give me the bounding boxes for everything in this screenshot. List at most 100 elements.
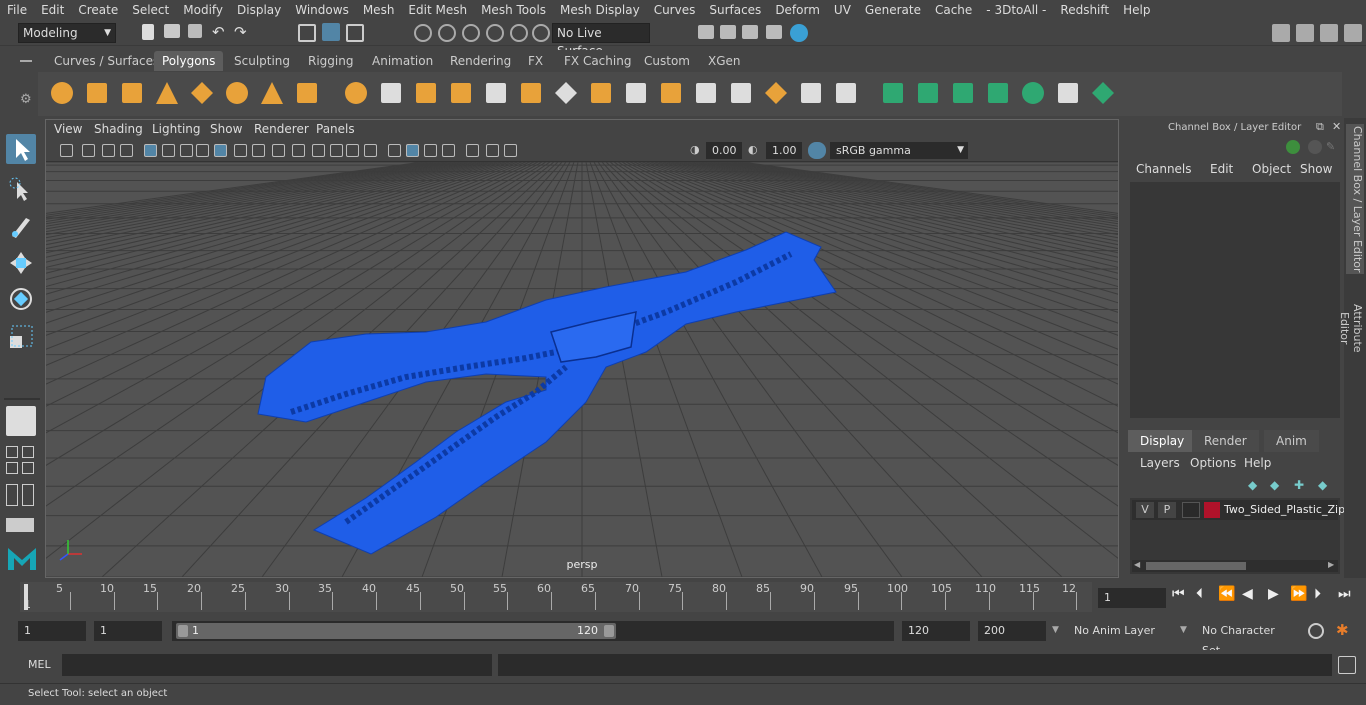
anti-aliasing-icon[interactable] bbox=[346, 144, 359, 157]
menu-mesh-tools[interactable]: Mesh Tools bbox=[474, 0, 553, 20]
bevel-icon[interactable] bbox=[518, 80, 544, 106]
target-weld-icon[interactable] bbox=[658, 80, 684, 106]
range-bar[interactable]: 1 120 bbox=[176, 623, 616, 639]
channel-box-pen-icon[interactable]: ✎ bbox=[1326, 140, 1335, 153]
2d-pan-zoom-icon[interactable] bbox=[162, 144, 175, 157]
append-icon[interactable] bbox=[588, 80, 614, 106]
default-material-icon[interactable] bbox=[234, 144, 247, 157]
step-back-key-icon[interactable]: ⏪ bbox=[1218, 586, 1235, 602]
time-slider[interactable]: 1 5 10 15 20 25 30 35 40 45 50 55 60 65 70 75 80 85 90 95 1… bbox=[0, 580, 1366, 614]
tab-xgen[interactable]: XGen bbox=[700, 51, 749, 71]
menu-modify[interactable]: Modify bbox=[176, 0, 230, 20]
menu-curves[interactable]: Curves bbox=[647, 0, 703, 20]
bridge-icon[interactable] bbox=[553, 80, 579, 106]
save-scene-icon[interactable] bbox=[188, 24, 202, 38]
menu-uv[interactable]: UV bbox=[827, 0, 858, 20]
pipe-icon[interactable] bbox=[294, 80, 320, 106]
layer-playback-toggle[interactable]: P bbox=[1158, 502, 1176, 518]
cone-icon[interactable] bbox=[154, 80, 180, 106]
tab-channel-box[interactable]: Channel Box / Layer Editor bbox=[1346, 124, 1364, 274]
motion-blur-icon[interactable] bbox=[330, 144, 343, 157]
character-set-dropdown[interactable]: No Character Set bbox=[1196, 621, 1296, 657]
menu-mesh[interactable]: Mesh bbox=[356, 0, 402, 20]
xray-components-icon[interactable] bbox=[442, 144, 455, 157]
fill-hole-icon[interactable] bbox=[693, 80, 719, 106]
menu-mesh-display[interactable]: Mesh Display bbox=[553, 0, 647, 20]
depth-of-field-icon[interactable] bbox=[364, 144, 377, 157]
average-icon[interactable] bbox=[833, 80, 859, 106]
script-language-toggle[interactable]: MEL bbox=[28, 658, 51, 671]
chevron-down-icon[interactable]: ▼ bbox=[1180, 625, 1187, 635]
anim-preferences-icon[interactable]: ✱ bbox=[1336, 621, 1349, 639]
ambient-occlusion-icon[interactable] bbox=[312, 144, 325, 157]
live-surface-field[interactable]: No Live Surface bbox=[552, 23, 650, 58]
extrude-icon[interactable] bbox=[483, 80, 509, 106]
film-gate-icon[interactable] bbox=[486, 144, 499, 157]
tab-display[interactable]: Display bbox=[1128, 430, 1197, 452]
range-start-handle[interactable] bbox=[178, 625, 188, 637]
tab-fx-caching[interactable]: FX Caching bbox=[556, 51, 639, 71]
close-panel-icon[interactable]: ✕ bbox=[1332, 120, 1341, 133]
attribute-editor-icon[interactable] bbox=[1320, 24, 1338, 42]
viewport-menu-renderer[interactable]: Renderer bbox=[254, 122, 309, 136]
end-time-field[interactable]: 200 bbox=[978, 621, 1046, 641]
snap-curve-icon[interactable] bbox=[438, 24, 456, 42]
tab-animation[interactable]: Animation bbox=[364, 51, 441, 71]
menu-select[interactable]: Select bbox=[125, 0, 176, 20]
tab-rigging[interactable]: Rigging bbox=[300, 51, 361, 71]
snap-view-plane-icon[interactable] bbox=[486, 24, 504, 42]
hypershade-icon[interactable] bbox=[790, 24, 808, 42]
playback-end-field[interactable]: 120 bbox=[902, 621, 970, 641]
playback-start-field[interactable]: 1 bbox=[94, 621, 162, 641]
select-camera-icon[interactable] bbox=[60, 144, 73, 157]
graph-layout-icon[interactable] bbox=[22, 484, 34, 506]
menu-display[interactable]: Display bbox=[230, 0, 288, 20]
smooth-shade-icon[interactable] bbox=[214, 144, 227, 157]
smooth-icon[interactable] bbox=[413, 80, 439, 106]
tab-fx[interactable]: FX bbox=[520, 51, 551, 71]
move-tool-icon[interactable] bbox=[6, 248, 36, 278]
menu-create[interactable]: Create bbox=[71, 0, 125, 20]
gamma-field[interactable]: 1.00 bbox=[766, 142, 802, 159]
pyramid-icon[interactable] bbox=[259, 80, 285, 106]
tab-attribute-editor[interactable]: Attribute Editor bbox=[1338, 286, 1364, 370]
current-frame-field[interactable]: 1 bbox=[1098, 588, 1166, 608]
scale-tool-icon[interactable] bbox=[6, 322, 36, 352]
anim-layer-dropdown[interactable]: No Anim Layer bbox=[1068, 621, 1172, 641]
command-input[interactable] bbox=[62, 654, 492, 676]
menu-edit[interactable]: Edit bbox=[34, 0, 71, 20]
tab-anim[interactable]: Anim bbox=[1264, 430, 1319, 452]
edge-loop-icon[interactable] bbox=[728, 80, 754, 106]
snap-surface-icon[interactable] bbox=[532, 24, 550, 42]
channel-box-sync-icon[interactable] bbox=[1286, 140, 1300, 154]
ipr-render-icon[interactable] bbox=[742, 25, 758, 39]
chevron-down-icon[interactable]: ▼ bbox=[1052, 625, 1059, 635]
offset-loop-icon[interactable] bbox=[763, 80, 789, 106]
uv-shell-icon[interactable] bbox=[1090, 80, 1116, 106]
layer-menu-options[interactable]: Options bbox=[1190, 456, 1236, 470]
layer-menu-layers[interactable]: Layers bbox=[1140, 456, 1180, 470]
tab-rendering[interactable]: Rendering bbox=[442, 51, 519, 71]
show-manipulator-icon[interactable] bbox=[6, 406, 36, 436]
snap-point-icon[interactable] bbox=[462, 24, 480, 42]
play-forward-icon[interactable]: ▶ bbox=[1268, 586, 1279, 602]
xray-icon[interactable] bbox=[406, 144, 419, 157]
textured-icon[interactable] bbox=[252, 144, 265, 157]
new-layer-icon[interactable]: ✚ bbox=[1294, 478, 1304, 492]
viewport-menu-show[interactable]: Show bbox=[210, 122, 242, 136]
plane-icon[interactable] bbox=[189, 80, 215, 106]
rotate-tool-icon[interactable] bbox=[6, 284, 36, 314]
menu-generate[interactable]: Generate bbox=[858, 0, 928, 20]
time-ruler[interactable]: 1 5 10 15 20 25 30 35 40 45 50 55 60 65 70 75 80 85 90 95 1… bbox=[20, 582, 1092, 612]
new-scene-icon[interactable] bbox=[142, 24, 154, 40]
cylindrical-uv-icon[interactable] bbox=[915, 80, 941, 106]
snap-grid-icon[interactable] bbox=[414, 24, 432, 42]
viewport-menu-panels[interactable]: Panels bbox=[316, 122, 355, 136]
shadows-icon[interactable] bbox=[292, 144, 305, 157]
zipper-model[interactable] bbox=[257, 231, 837, 555]
step-forward-key-icon[interactable]: ⏩ bbox=[1290, 586, 1307, 602]
channel-menu-channels[interactable]: Channels bbox=[1136, 162, 1192, 176]
xray-joints-icon[interactable] bbox=[424, 144, 437, 157]
mirror-icon[interactable] bbox=[448, 80, 474, 106]
range-track[interactable]: 1 120 bbox=[172, 621, 894, 641]
